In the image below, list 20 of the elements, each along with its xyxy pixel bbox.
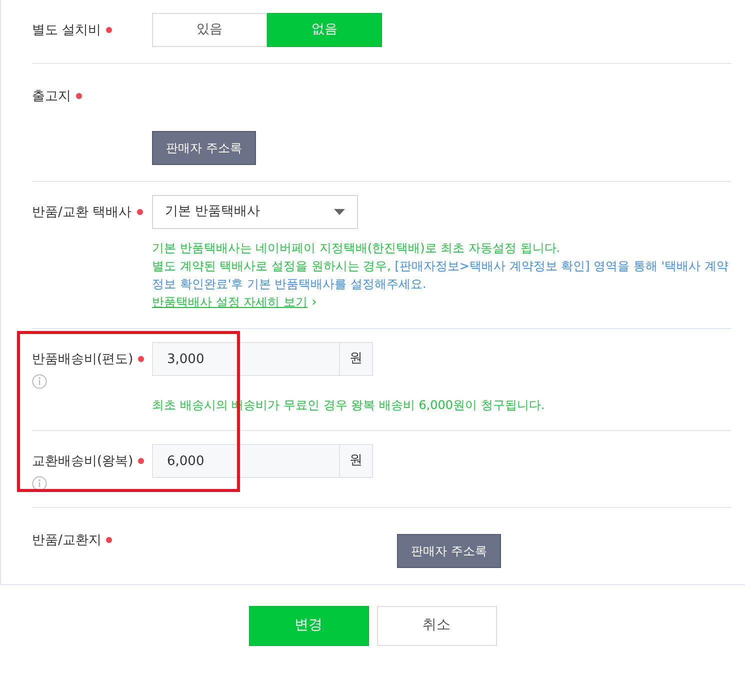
field-label: 반품배송비(편도) <box>32 352 134 367</box>
carrier-select[interactable]: 기본 반품택배사 <box>152 194 358 228</box>
amount-input[interactable]: 6,000 <box>152 444 340 478</box>
help-text: 별도 계약된 택배사로 설정을 원하시는 경우, [판매자정보>택배사 계약정보 확인] 영역을 통해 '택배사 계약정보 확인완료'후 기본 반품택배사를 설정해주세요. <box>152 258 730 292</box>
help-text: 기본 반품택배사는 네이버페이 지정택배(한진택배)로 최초 자동설정 됩니다. <box>152 240 562 256</box>
address-book-button[interactable]: 판매자 주소록 <box>152 130 256 164</box>
dropdown-caret-icon <box>334 208 345 214</box>
field-label: 교환배송비(왕복) <box>32 454 134 469</box>
unit-label: 원 <box>340 444 373 478</box>
field-label: 별도 설치비 <box>32 23 102 38</box>
field-label: 반품/교환 택배사 <box>32 204 132 220</box>
cancel-button[interactable]: 취소 <box>376 606 496 646</box>
unit-label: 원 <box>340 342 373 376</box>
chevron-icon: › <box>307 294 317 310</box>
amount-input[interactable]: 3,000 <box>152 342 340 376</box>
field-label: 반품/교환지 <box>32 532 102 548</box>
toggle-option[interactable]: 있음 <box>152 13 267 47</box>
address-book-button[interactable]: 판매자 주소록 <box>397 534 501 568</box>
field-label: 출고지 <box>32 89 71 104</box>
select-value: 기본 반품택배사 <box>165 202 260 221</box>
